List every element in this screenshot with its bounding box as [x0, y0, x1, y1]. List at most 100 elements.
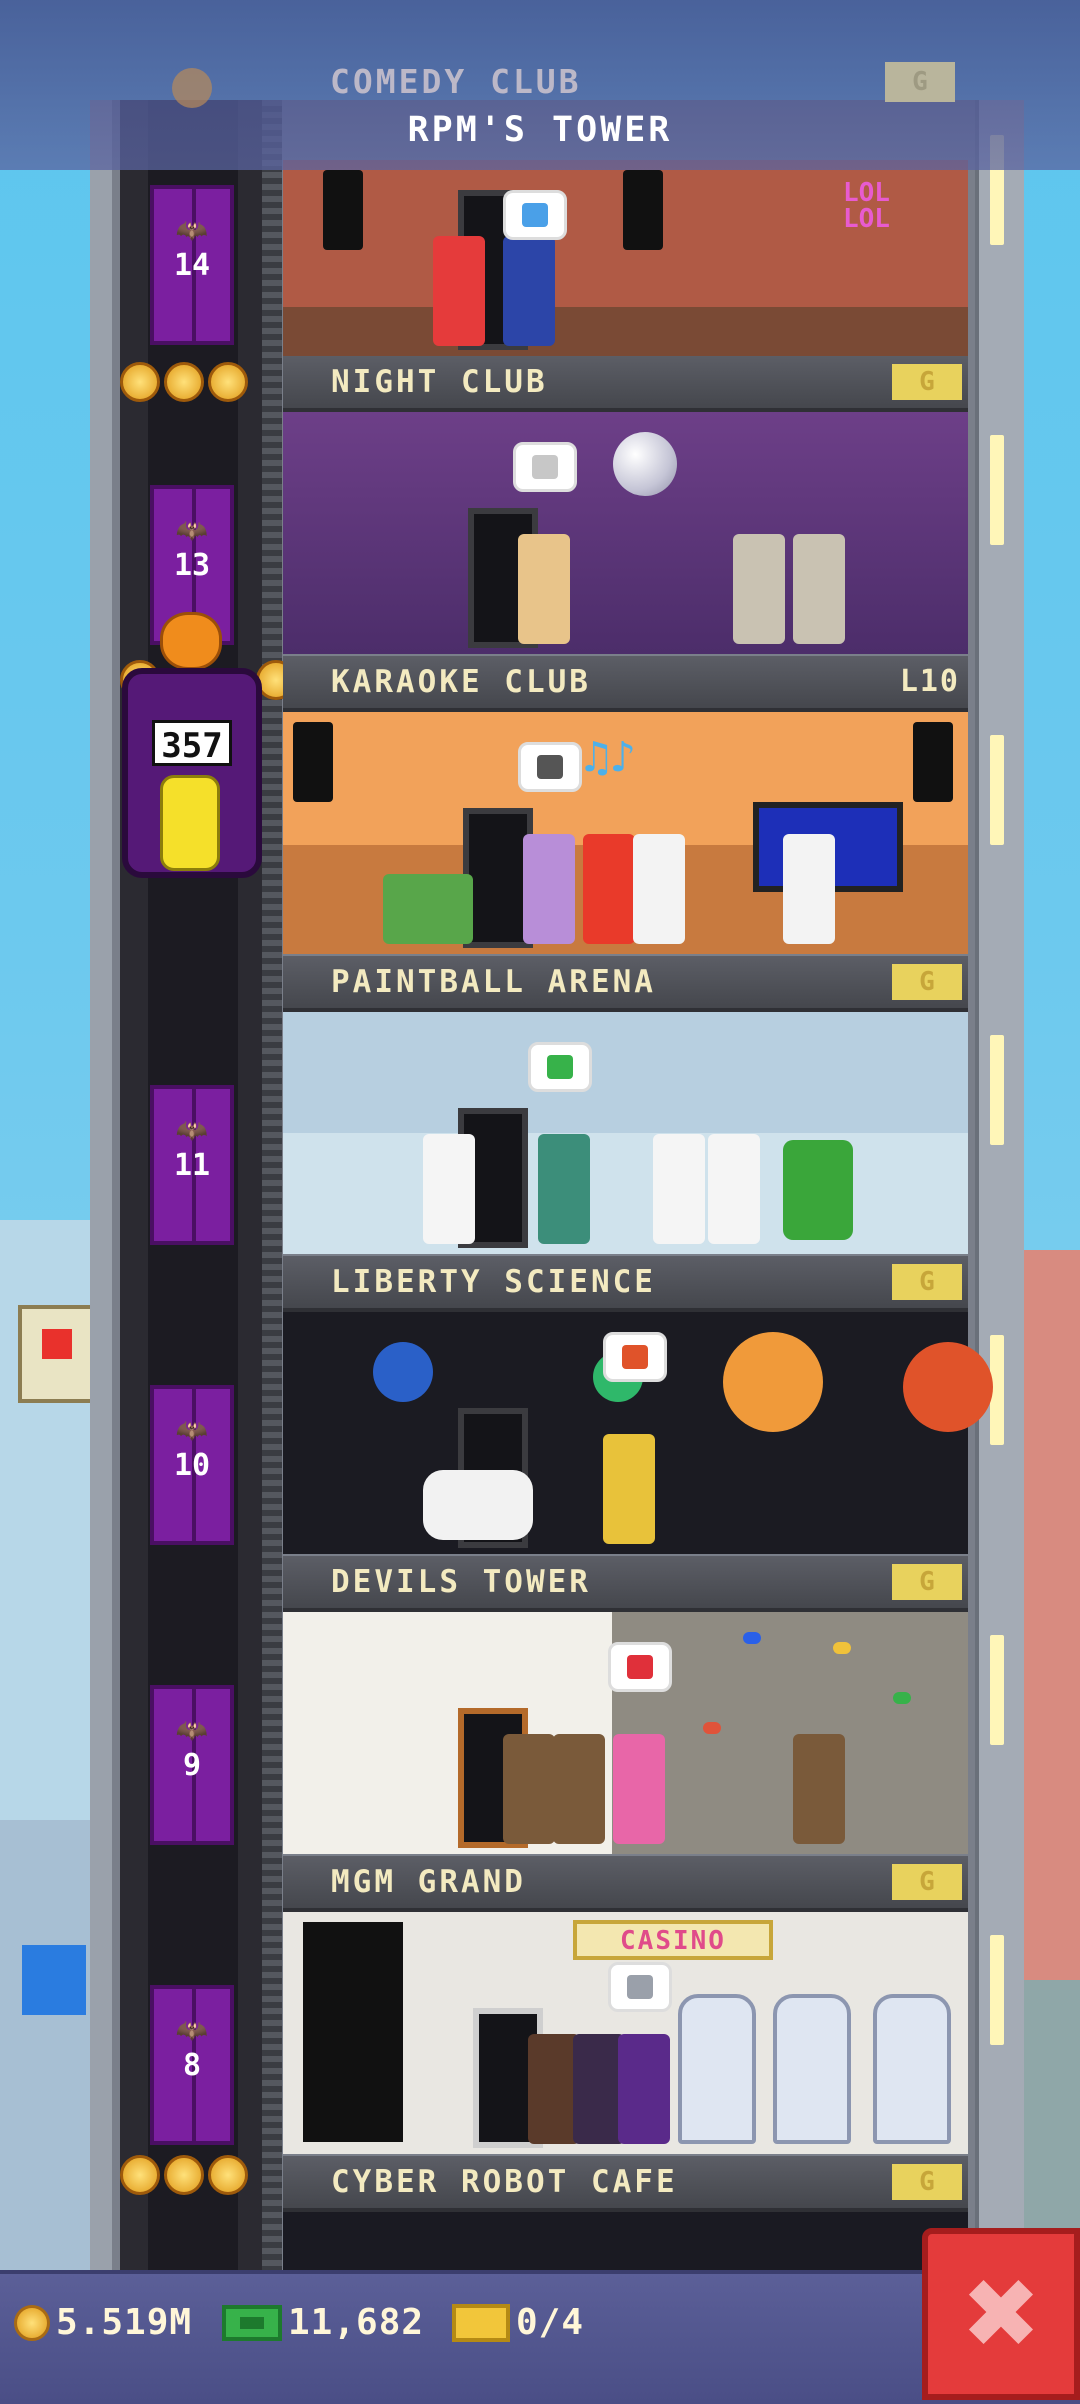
- tenant-character: [518, 534, 570, 644]
- speech-bubble[interactable]: [503, 190, 567, 240]
- tenant-character: [503, 236, 555, 346]
- bux-value: 11,682: [288, 2302, 425, 2343]
- elevator-button-icon: [172, 68, 212, 108]
- floor-devils-tower[interactable]: DEVILS TOWER G: [283, 1556, 968, 1854]
- coin-icon: [120, 2155, 160, 2195]
- coin-icon: [164, 362, 204, 402]
- floor-liberty-science[interactable]: LIBERTY SCIENCE G: [283, 1256, 993, 1554]
- blue-billboard: [22, 1945, 86, 2015]
- speech-bubble[interactable]: [528, 1042, 592, 1092]
- tenant-character: [538, 1134, 590, 1244]
- knight-character: [733, 534, 785, 644]
- karaoke-club-room: ♫♪: [283, 712, 968, 954]
- floor-name: MGM GRAND: [331, 1864, 526, 1900]
- floor-mgm-grand[interactable]: MGM GRAND G CASINO: [283, 1856, 968, 2154]
- ticket-icon: [452, 2303, 510, 2342]
- microphone-icon: [537, 755, 563, 779]
- close-button[interactable]: ✖: [922, 2228, 1080, 2400]
- bux-icon: [222, 2304, 282, 2341]
- floor-badge: G: [892, 964, 962, 1000]
- floor-karaoke-club[interactable]: KARAOKE CLUB L10 ♫♪: [283, 656, 968, 954]
- floor-badge: G: [892, 364, 962, 400]
- coin-row: [120, 362, 248, 402]
- floor-badge: G: [892, 1564, 962, 1600]
- mime-character: [653, 1134, 705, 1244]
- floor-name: PAINTBALL ARENA: [331, 964, 656, 1000]
- mime-character: [423, 1134, 475, 1244]
- tickets-value: 0/4: [516, 2302, 585, 2343]
- floor-number-13: 13: [173, 548, 211, 583]
- coin-icon: [14, 2304, 50, 2341]
- tenant-character: [618, 2034, 670, 2144]
- speech-bubble[interactable]: [603, 1332, 667, 1382]
- speech-bubble[interactable]: [608, 1642, 672, 1692]
- floor-name: LIBERTY SCIENCE: [331, 1264, 656, 1300]
- close-icon: ✖: [960, 2258, 1042, 2370]
- lol-icon: [522, 203, 548, 227]
- floor-number-8: 8: [182, 2048, 202, 2083]
- floor-header: CYBER ROBOT CAFE G: [283, 2156, 968, 2212]
- slot-machine: [873, 1994, 951, 2144]
- tower-window: [990, 1035, 1004, 1145]
- floor-header: LIBERTY SCIENCE G: [283, 1256, 968, 1312]
- tower-rail-left: [90, 100, 112, 2270]
- bat-icon: 🦇: [175, 1716, 209, 1746]
- slot-machine: [678, 1994, 756, 2144]
- floor-paintball-arena[interactable]: PAINTBALL ARENA G: [283, 956, 968, 1254]
- floor-badge: G: [892, 1864, 962, 1900]
- speech-bubble[interactable]: [608, 1962, 672, 2012]
- climbing-hold: [743, 1632, 761, 1644]
- knight-character: [793, 534, 845, 644]
- explorer-character: [793, 1734, 845, 1844]
- liberty-science-room: [283, 1312, 993, 1554]
- tickets-stat[interactable]: 0/4: [452, 2302, 584, 2343]
- tenant-character: [633, 834, 685, 944]
- paintball-arena-room: [283, 1012, 968, 1254]
- floor-cyber-robot-cafe[interactable]: CYBER ROBOT CAFE G: [283, 2156, 968, 2270]
- mgm-grand-room: CASINO: [283, 1912, 968, 2154]
- bux-stat[interactable]: 11,682: [222, 2302, 424, 2343]
- floor-name: NIGHT CLUB: [331, 364, 548, 400]
- floor-night-club[interactable]: NIGHT CLUB G: [283, 356, 968, 654]
- cyber-robot-cafe-room: [283, 2212, 968, 2270]
- tenant-character: [783, 834, 835, 944]
- rover-exhibit: [423, 1470, 533, 1540]
- floor-number-10: 10: [173, 1448, 211, 1483]
- floor-name: DEVILS TOWER: [331, 1564, 591, 1600]
- bat-icon: 🦇: [175, 1116, 209, 1146]
- floor-number-11: 11: [173, 1148, 211, 1183]
- chip-icon: [627, 1975, 653, 1999]
- planet-icon: [373, 1342, 433, 1402]
- floor-header: KARAOKE CLUB L10: [283, 656, 968, 712]
- night-club-room: [283, 412, 968, 654]
- bottom-stats-bar: 5.519M 11,682 0/4: [0, 2270, 1080, 2404]
- tower-name[interactable]: RPM'S TOWER: [0, 110, 1080, 150]
- wall-panel: [303, 1922, 403, 2142]
- music-note-icon: ♫♪: [583, 732, 636, 783]
- floor-name: KARAOKE CLUB: [331, 664, 591, 700]
- climbing-hold: [703, 1722, 721, 1734]
- floor-header: DEVILS TOWER G: [283, 1556, 968, 1612]
- coin-row: [120, 2155, 248, 2195]
- coin-icon: [120, 362, 160, 402]
- speaker-icon: [323, 170, 363, 250]
- fries-billboard: [18, 1305, 96, 1403]
- coin-icon: [208, 362, 248, 402]
- paintball-bunker: [783, 1140, 853, 1240]
- floor-header: MGM GRAND G: [283, 1856, 968, 1912]
- dinosaur-character: [383, 874, 473, 944]
- floor-header: PAINTBALL ARENA G: [283, 956, 968, 1012]
- elevator-rider: [160, 775, 220, 871]
- tenant-character: [603, 1434, 655, 1544]
- speech-bubble[interactable]: [513, 442, 577, 492]
- bat-icon: 🦇: [175, 216, 209, 246]
- tenant-character: [613, 1734, 665, 1844]
- coins-stat[interactable]: 5.519M: [14, 2302, 192, 2343]
- speech-bubble[interactable]: [518, 742, 582, 792]
- drink-icon: [532, 455, 558, 479]
- stop-icon: [622, 1345, 648, 1369]
- top-bar: COMEDY CLUB G RPM'S TOWER: [0, 0, 1080, 170]
- speaker-icon: [293, 722, 333, 802]
- comedy-club-room[interactable]: LOL LOL: [283, 160, 968, 356]
- floor-number-9: 9: [182, 1748, 202, 1783]
